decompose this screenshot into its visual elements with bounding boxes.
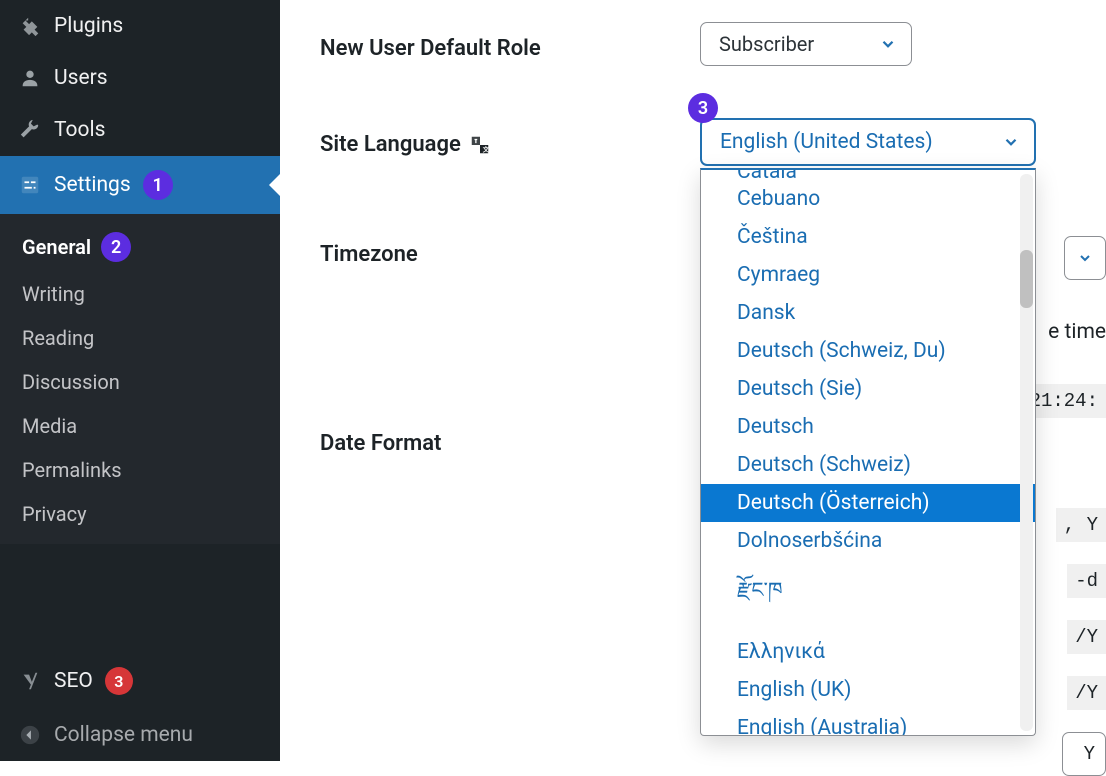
yoast-icon (18, 669, 42, 693)
step-badge-1: 1 (143, 170, 173, 200)
submenu-label: Privacy (22, 502, 87, 526)
default-role-select[interactable]: Subscriber (700, 22, 912, 66)
site-language-select[interactable]: English (United States) (700, 118, 1036, 166)
language-option[interactable]: Català (701, 168, 1035, 180)
collapse-menu-button[interactable]: Collapse menu (0, 709, 280, 761)
menu-label: Tools (54, 118, 105, 142)
users-icon (18, 66, 42, 90)
menu-label: SEO (54, 669, 93, 693)
language-option[interactable]: Deutsch (701, 408, 1035, 446)
submenu-label: General (22, 235, 91, 259)
chevron-down-icon (1077, 250, 1093, 266)
site-language-label-text: Site Language (320, 132, 461, 157)
menu-item-tools[interactable]: Tools (0, 104, 280, 156)
submenu-item-general[interactable]: General 2 (0, 222, 280, 272)
language-option[interactable]: Dansk (701, 294, 1035, 332)
menu-item-plugins[interactable]: Plugins (0, 0, 280, 52)
date-format-code-fragment: -d (1067, 564, 1106, 598)
submenu-label: Media (22, 414, 77, 438)
sliders-icon (18, 173, 42, 197)
step-badge-3: 3 (688, 93, 718, 123)
translate-icon: 文 (469, 134, 491, 156)
timezone-label: Timezone (320, 228, 700, 267)
menu-label: Users (54, 66, 108, 90)
language-option[interactable]: Ελληνικά (701, 633, 1035, 671)
language-option[interactable]: English (Australia) (701, 709, 1035, 735)
language-dropdown[interactable]: CatalàCebuanoČeštinaCymraegDanskDeutsch … (700, 168, 1036, 736)
menu-item-settings[interactable]: Settings 1 (0, 156, 280, 214)
chevron-down-icon (1002, 133, 1020, 151)
collapse-label: Collapse menu (54, 723, 193, 747)
menu-label: Plugins (54, 14, 123, 38)
site-language-label: Site Language 文 (320, 118, 700, 157)
plugin-icon (18, 14, 42, 38)
menu-item-users[interactable]: Users (0, 52, 280, 104)
submenu-label: Writing (22, 282, 85, 306)
timezone-select-fragment[interactable] (1064, 236, 1106, 280)
chevron-down-icon (879, 35, 897, 53)
date-format-code-fragment: /Y (1067, 620, 1106, 654)
default-role-label: New User Default Role (320, 22, 700, 61)
settings-submenu: General 2 Writing Reading Discussion Med… (0, 214, 280, 544)
language-option[interactable]: Cymraeg (701, 256, 1035, 294)
svg-text:文: 文 (483, 144, 490, 153)
submenu-item-reading[interactable]: Reading (0, 316, 280, 360)
submenu-label: Reading (22, 326, 94, 350)
language-option[interactable]: Deutsch (Sie) (701, 370, 1035, 408)
menu-item-seo[interactable]: SEO 3 (0, 653, 280, 709)
collapse-icon (18, 723, 42, 747)
scroll-thumb[interactable] (1020, 250, 1033, 308)
submenu-label: Discussion (22, 370, 120, 394)
date-format-label: Date Format (320, 417, 700, 456)
language-option[interactable]: Deutsch (Schweiz) (701, 446, 1035, 484)
timezone-hint-fragment: e time (1048, 320, 1106, 344)
submenu-label: Permalinks (22, 458, 122, 482)
select-value: Subscriber (719, 32, 814, 56)
language-option[interactable]: Cebuano (701, 180, 1035, 218)
admin-sidebar: Plugins Users Tools Settings 1 General 2 (0, 0, 280, 761)
language-option[interactable]: རྫོང་ཁ (701, 560, 1035, 633)
settings-general-content: New User Default Role Subscriber Site La… (280, 0, 1106, 761)
date-format-code-fragment: , Y (1056, 508, 1106, 542)
submenu-item-permalinks[interactable]: Permalinks (0, 448, 280, 492)
custom-date-format-input-fragment[interactable]: Y (1062, 732, 1106, 776)
select-value: English (United States) (720, 130, 933, 154)
submenu-item-media[interactable]: Media (0, 404, 280, 448)
language-option[interactable]: Dolnoserbšćina (701, 522, 1035, 560)
date-format-code-fragment: /Y (1067, 676, 1106, 710)
language-option[interactable]: Deutsch (Österreich) (701, 484, 1035, 522)
submenu-item-privacy[interactable]: Privacy (0, 492, 280, 536)
step-badge-2: 2 (101, 232, 131, 262)
tools-icon (18, 118, 42, 142)
seo-update-count: 3 (105, 667, 133, 695)
submenu-item-writing[interactable]: Writing (0, 272, 280, 316)
language-option[interactable]: English (UK) (701, 671, 1035, 709)
language-option[interactable]: Deutsch (Schweiz, Du) (701, 332, 1035, 370)
menu-label: Settings (54, 173, 131, 197)
language-option[interactable]: Čeština (701, 218, 1035, 256)
submenu-item-discussion[interactable]: Discussion (0, 360, 280, 404)
